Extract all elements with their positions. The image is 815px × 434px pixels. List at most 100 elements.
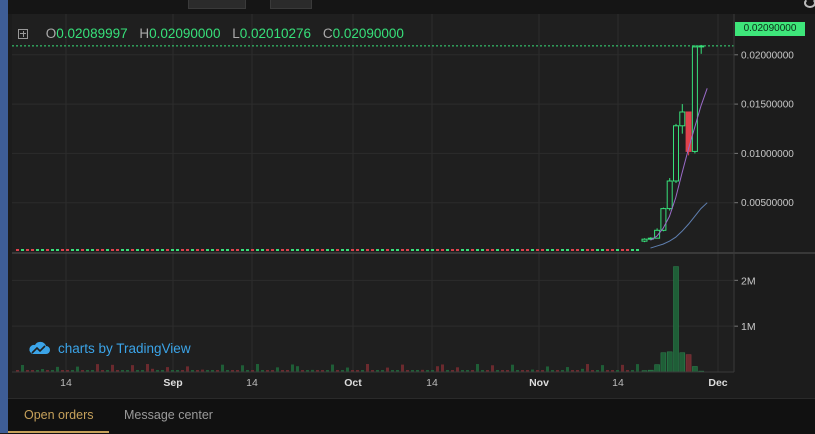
candle-body bbox=[679, 111, 686, 127]
volume-bar-flat bbox=[436, 366, 439, 372]
volume-bar-flat bbox=[331, 364, 334, 372]
candle-flat bbox=[431, 249, 434, 251]
candle-flat bbox=[346, 249, 349, 251]
volume-tick-label: 2M bbox=[741, 275, 756, 287]
candle-flat bbox=[261, 249, 264, 251]
volume-bar-flat bbox=[566, 367, 569, 372]
open-label: O bbox=[45, 26, 57, 41]
close-value: 0.02090000 bbox=[332, 26, 404, 41]
ma-slow-line bbox=[650, 202, 708, 249]
candle-flat bbox=[421, 249, 424, 251]
candle-flat bbox=[76, 249, 79, 251]
candle-flat bbox=[536, 249, 539, 251]
candle-flat bbox=[481, 249, 484, 251]
volume-bar-flat bbox=[146, 364, 149, 372]
candle-flat bbox=[41, 249, 44, 251]
price-tick-label: 0.01000000 bbox=[741, 149, 794, 160]
tab-open-orders[interactable]: Open orders bbox=[8, 399, 110, 433]
candle-flat bbox=[46, 249, 49, 251]
candle-flat bbox=[596, 249, 599, 251]
candle-flat bbox=[451, 249, 454, 251]
candle-flat bbox=[486, 249, 489, 251]
volume-bar bbox=[654, 364, 660, 373]
candlestick-chart[interactable]: 0.02000000 0.01500000 0.01000000 0.00500000… bbox=[0, 0, 815, 433]
candle-flat bbox=[251, 249, 254, 251]
low-value: 0.02010276 bbox=[239, 26, 312, 41]
candle-flat bbox=[396, 249, 399, 251]
candle-flat bbox=[436, 249, 439, 251]
candle-flat bbox=[541, 249, 544, 251]
candle-flat bbox=[91, 249, 94, 251]
candle-flat bbox=[106, 249, 109, 251]
candle-flat bbox=[71, 249, 74, 251]
candle-flat bbox=[306, 249, 309, 251]
candle-flat bbox=[116, 249, 119, 251]
tradingview-brand-link[interactable]: charts by TradingView bbox=[28, 339, 191, 357]
time-tick-label: Nov bbox=[529, 377, 549, 389]
candle-flat bbox=[141, 249, 144, 251]
candle-flat bbox=[586, 249, 589, 251]
time-tick-label: Dec bbox=[708, 377, 727, 389]
candle-flat bbox=[121, 249, 124, 251]
candle-flat bbox=[136, 249, 139, 251]
candle-flat bbox=[411, 249, 414, 251]
open-value: 0.02089997 bbox=[56, 26, 128, 41]
candle-flat bbox=[301, 249, 304, 251]
candle-flat bbox=[196, 249, 199, 251]
candle-flat bbox=[171, 249, 174, 251]
candle-flat bbox=[211, 249, 214, 251]
volume-bar-flat bbox=[621, 364, 624, 372]
volume-bar-flat bbox=[166, 367, 169, 372]
volume-bar-flat bbox=[241, 365, 244, 372]
candle-flat bbox=[551, 249, 554, 251]
volume-bar-flat bbox=[291, 364, 294, 372]
volume-bar-flat bbox=[401, 364, 404, 372]
tab-message-center[interactable]: Message center bbox=[108, 399, 229, 431]
cloud-icon bbox=[29, 341, 50, 354]
candle-flat bbox=[441, 249, 444, 251]
volume-bar-flat bbox=[221, 364, 224, 372]
volume-bar-flat bbox=[76, 366, 79, 372]
candle-flat bbox=[246, 249, 249, 251]
candle-flat bbox=[96, 249, 99, 251]
candle-flat bbox=[471, 249, 474, 251]
candle-flat bbox=[506, 249, 509, 251]
volume-bar-flat bbox=[546, 366, 549, 372]
candle-flat bbox=[61, 249, 64, 251]
candle-flat bbox=[176, 249, 179, 251]
candle-flat bbox=[401, 249, 404, 251]
price-tick-label: 0.00500000 bbox=[741, 198, 794, 209]
candle-flat bbox=[636, 249, 639, 251]
last-price-tag: 0.02090000 bbox=[735, 22, 805, 36]
high-label: H bbox=[139, 26, 150, 41]
candle-flat bbox=[161, 249, 164, 251]
candle-flat bbox=[146, 249, 149, 251]
candle-flat bbox=[351, 249, 354, 251]
candle-flat bbox=[151, 249, 154, 251]
candle-flat bbox=[126, 249, 129, 251]
candle-flat bbox=[341, 249, 344, 251]
volume-bar-flat bbox=[96, 364, 99, 372]
candle-flat bbox=[56, 249, 59, 251]
candle-flat bbox=[376, 249, 379, 251]
price-tick-label: 0.02000000 bbox=[741, 50, 794, 61]
candle-flat bbox=[511, 249, 514, 251]
volume-bar bbox=[660, 352, 667, 373]
candle-flat bbox=[366, 249, 369, 251]
volume-bar-flat bbox=[636, 364, 639, 372]
candle-flat bbox=[181, 249, 184, 251]
volume-bar-flat bbox=[366, 364, 369, 372]
candle-flat bbox=[266, 249, 269, 251]
candle-flat bbox=[476, 249, 479, 251]
ohlc-legend: O0.02089997 H0.02090000 L0.02010276 C0.0… bbox=[18, 26, 404, 44]
candle-flat bbox=[51, 249, 54, 251]
candle-flat bbox=[386, 249, 389, 251]
low-label: L bbox=[232, 26, 240, 41]
candle-flat bbox=[621, 249, 624, 251]
volume-bar-flat bbox=[56, 366, 59, 372]
candle-flat bbox=[361, 249, 364, 251]
candle-flat bbox=[356, 249, 359, 251]
candle-flat bbox=[216, 249, 219, 251]
volume-bar-flat bbox=[131, 365, 134, 372]
candle-flat bbox=[601, 249, 604, 251]
